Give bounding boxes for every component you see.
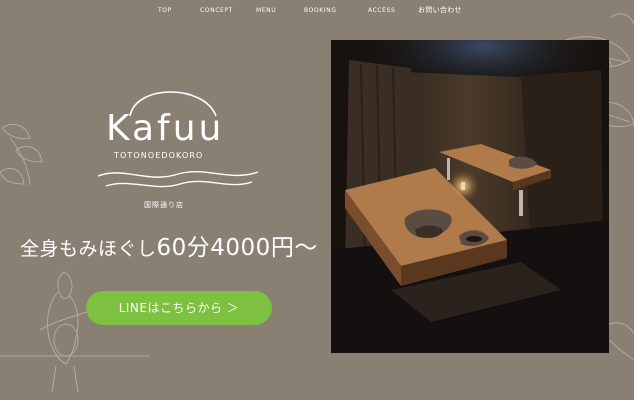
top-nav: TOP CONCEPT MENU BOOKING ACCESS お問い合わせ — [0, 0, 634, 22]
kafuu-logo[interactable]: Kafuu TOTONOEDOKORO 国際通り店 — [92, 78, 262, 218]
logo-name: Kafuu — [106, 108, 225, 149]
logo-waves-icon — [97, 170, 259, 188]
nav-booking-link[interactable]: BOOKING — [304, 7, 337, 14]
hero-tagline: 全身もみほぐし60分4000円〜 — [20, 228, 318, 262]
nav-top-link[interactable]: TOP — [158, 7, 172, 14]
tagline-price: 60分4000円〜 — [156, 235, 318, 261]
logo-subtitle: TOTONOEDOKORO — [114, 151, 204, 160]
line-contact-button[interactable]: LINEはこちらから ＞ — [86, 291, 272, 325]
logo-branch-name: 国際通り店 — [144, 201, 184, 209]
treatment-room-image — [331, 40, 609, 353]
nav-access-link[interactable]: ACCESS — [368, 7, 395, 14]
nav-menu-link[interactable]: MENU — [256, 7, 276, 14]
treatment-room-photo — [331, 40, 609, 353]
nav-contact-link[interactable]: お問い合わせ — [418, 5, 462, 15]
tagline-prefix: 全身もみほぐし — [20, 238, 157, 260]
nav-concept-link[interactable]: CONCEPT — [200, 7, 233, 14]
